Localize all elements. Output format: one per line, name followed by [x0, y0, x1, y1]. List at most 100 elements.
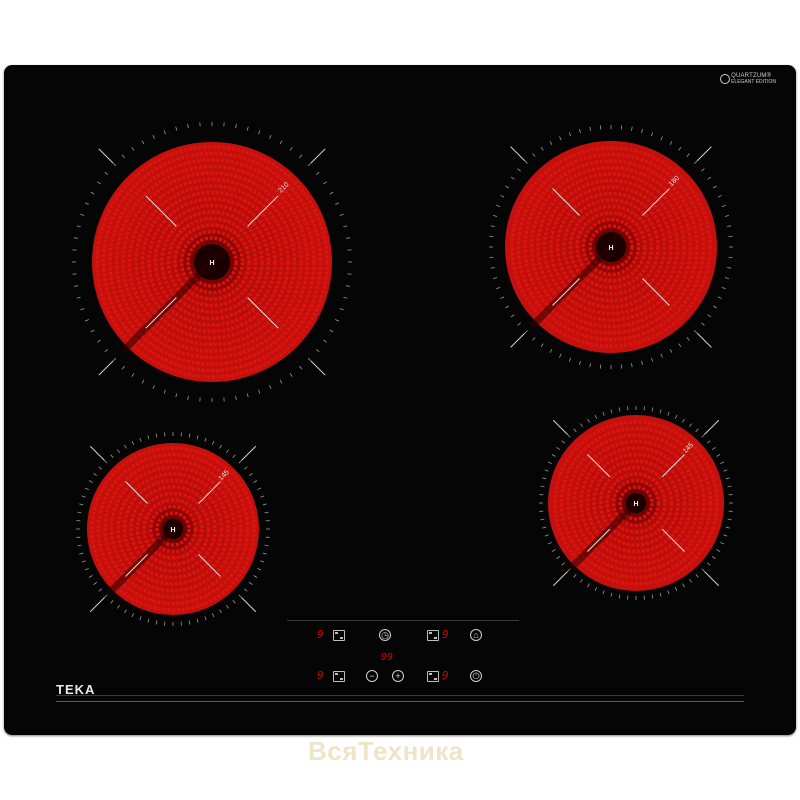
burner-tick-mark — [689, 423, 692, 428]
plus-icon[interactable]: + — [392, 670, 404, 682]
burner-tick-mark — [152, 134, 155, 139]
cooking-zone-front-right[interactable]: 145 H — [539, 406, 733, 600]
burner-tick-mark — [232, 454, 236, 459]
burner-tick-mark — [307, 357, 312, 362]
guide-mark-outer — [696, 332, 712, 348]
zone-select-front-left-icon[interactable] — [333, 671, 345, 682]
burner-tick-mark — [727, 225, 732, 227]
burner-tick-mark — [659, 592, 662, 597]
power-icon[interactable]: ⏻ — [470, 670, 482, 682]
burner-tick-mark — [345, 285, 350, 287]
burner-tick-mark — [329, 329, 334, 333]
clock-icon[interactable]: ◷ — [379, 629, 391, 641]
minus-icon[interactable]: − — [366, 670, 378, 682]
burner-tick-mark — [74, 237, 79, 239]
burner-tick-mark — [262, 552, 267, 555]
burner-tick-mark — [289, 147, 293, 151]
burner-tick-mark — [567, 568, 571, 572]
residual-heat-indicator: H — [608, 245, 613, 252]
burner-tick-mark — [669, 348, 673, 353]
burner-tick-mark — [339, 213, 344, 216]
burner-tick-mark — [141, 379, 145, 384]
burner-tick-mark — [279, 140, 283, 145]
burner-tick-mark — [175, 393, 178, 398]
cooking-zone-front-left-small[interactable]: 145 H — [76, 432, 270, 626]
burner-tick-mark — [610, 409, 613, 414]
burner-tick-mark — [335, 202, 340, 205]
burner-tick-mark — [602, 590, 605, 595]
burner-tick-mark — [720, 461, 725, 465]
burner-tick-mark — [717, 296, 722, 299]
burner-tick-mark — [695, 428, 699, 433]
burner-tick-mark — [104, 460, 108, 464]
burner-tick-mark — [542, 526, 547, 529]
burner-tick-mark — [187, 124, 189, 129]
burner-tick-mark — [610, 592, 613, 597]
burner-tick-mark — [131, 147, 135, 151]
burner-tick-mark — [84, 567, 89, 571]
burner-tick-mark — [727, 485, 732, 488]
guide-mark-outer — [98, 360, 114, 376]
burner-tick-mark — [587, 418, 590, 423]
guide-mark-outer — [552, 419, 568, 435]
level-display-rear-left: 9 — [317, 628, 324, 641]
burner-tick-mark — [551, 549, 556, 552]
burner-tick-mark — [329, 191, 334, 195]
burner-tick-mark — [540, 343, 544, 348]
burner-tick-mark — [650, 132, 654, 137]
burner-tick-mark — [81, 560, 86, 563]
burner-tick-mark — [540, 485, 545, 488]
burner-tick-mark — [667, 411, 670, 416]
burner-tick-mark — [219, 609, 222, 614]
burner-tick-mark — [93, 473, 98, 476]
burner-tick-mark — [667, 590, 670, 595]
burner-tick-mark — [694, 330, 698, 334]
zone-select-front-right-icon[interactable] — [427, 671, 439, 682]
burner-tick-mark — [131, 373, 135, 377]
burner-tick-mark — [524, 330, 528, 334]
burner-tick-mark — [694, 160, 698, 164]
burner-tick-mark — [264, 544, 269, 547]
burner-tick-mark — [248, 473, 253, 476]
cooking-zone-rear-right[interactable]: 180 H — [489, 125, 733, 369]
burner-tick-mark — [707, 176, 712, 180]
burner-tick-mark — [339, 308, 344, 311]
burner-tick-mark — [188, 620, 191, 625]
burner-tick-mark — [88, 575, 93, 578]
guide-mark-outer — [704, 419, 720, 435]
burner-tick-mark — [243, 466, 248, 470]
burner-tick-mark — [289, 373, 293, 377]
burner-tick-mark — [211, 613, 215, 618]
burner-tick-mark — [307, 162, 312, 167]
burner-tick-mark — [701, 168, 705, 172]
burner-tick-mark — [631, 126, 633, 131]
burner-tick-mark — [618, 407, 621, 412]
burner-tick-mark — [139, 616, 142, 621]
burner-tick-mark — [701, 322, 705, 326]
burner-tick-mark — [131, 440, 135, 445]
burner-graphic: 180H — [489, 125, 733, 369]
guide-mark-outer — [552, 571, 568, 587]
zone-select-rear-left-icon[interactable] — [333, 630, 345, 641]
lock-icon[interactable]: ⌂ — [470, 629, 482, 641]
burner-tick-mark — [720, 541, 725, 545]
burner-tick-mark — [163, 130, 166, 135]
level-display-rear-right: 9 — [442, 628, 449, 641]
burner-tick-mark — [175, 126, 178, 131]
burner-tick-mark — [580, 578, 583, 583]
burner-tick-mark — [678, 146, 682, 151]
burner-tick-mark — [226, 449, 229, 454]
guide-mark-outer — [310, 360, 326, 376]
burner-tick-mark — [112, 162, 117, 167]
burner-tick-mark — [163, 389, 166, 394]
zone-select-rear-right-icon[interactable] — [427, 630, 439, 641]
guide-mark-outer — [704, 571, 720, 587]
burner-tick-mark — [258, 389, 261, 394]
burner-tick-mark — [559, 136, 562, 141]
burner-tick-mark — [556, 447, 561, 450]
cooking-zone-front-left-large[interactable]: 210 H — [72, 122, 352, 402]
burner-tick-mark — [650, 357, 654, 362]
burner-tick-mark — [660, 136, 663, 141]
guide-mark-outer — [241, 597, 257, 613]
quartzum-logo-icon — [720, 74, 731, 84]
